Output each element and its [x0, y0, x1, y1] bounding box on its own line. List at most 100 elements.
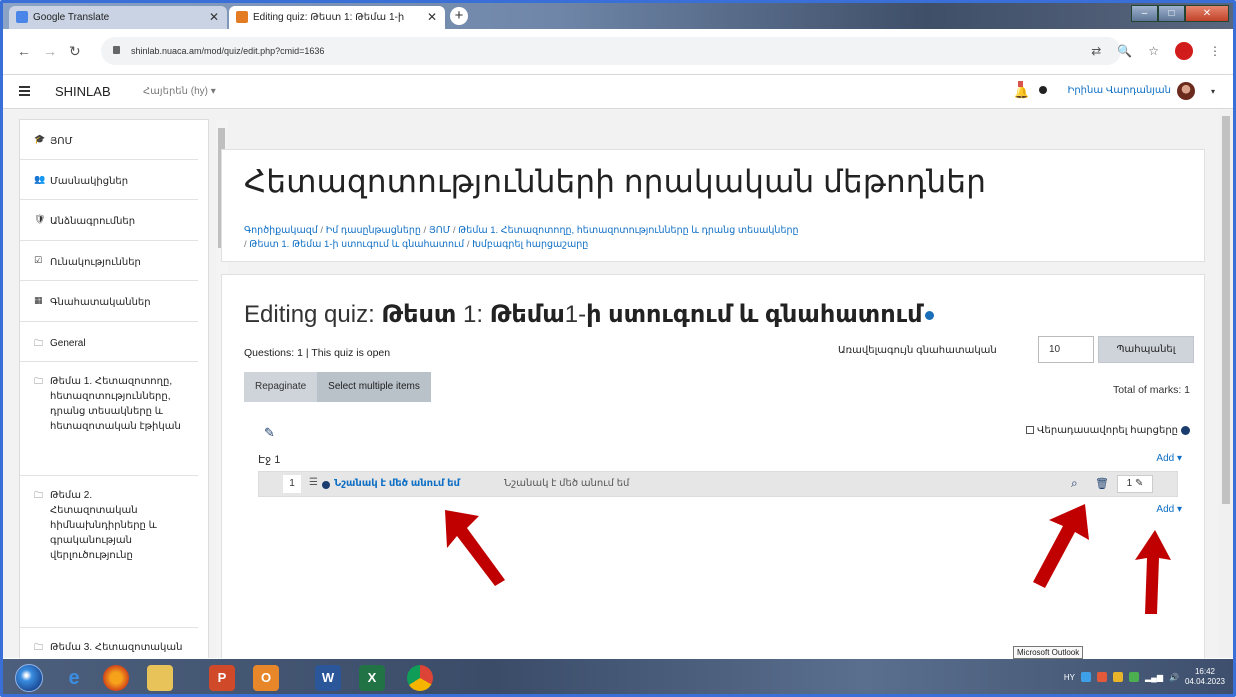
star-icon[interactable]: ☆ [1148, 44, 1159, 58]
chrome-icon[interactable] [407, 665, 433, 691]
select-multiple-button[interactable]: Select multiple items [317, 372, 431, 402]
pencil-icon: ✎ [1134, 478, 1144, 489]
folder-icon: 🗀 [34, 376, 44, 386]
drawer-item-topic-2[interactable]: 🗀 Թեմա 2. Հետազոտական հիմնախնդիրները և գ… [20, 476, 198, 628]
user-name[interactable]: Իրինա Վարդանյան [1067, 85, 1171, 96]
menu-dots-icon[interactable]: ⋮ [1209, 44, 1221, 58]
edit-section-pencil-icon[interactable]: ✎ [264, 425, 275, 441]
user-menu-caret-icon[interactable]: ▾ [1211, 87, 1215, 96]
drawer-item-badges[interactable]: 🛡 Անձնագրումներ [20, 200, 198, 241]
breadcrumb: Գործիքակազմ / Իմ դասընթացները / ՅՈՄ / Թե… [244, 225, 799, 250]
help-icon[interactable] [1181, 425, 1190, 435]
shuffle-checkbox[interactable] [1025, 426, 1034, 435]
lock-icon [113, 46, 120, 54]
word-icon[interactable]: W [315, 665, 341, 691]
browser-tab-strip: Google Translate ✕ Editing quiz: Թեստ 1:… [3, 3, 1233, 29]
zoom-icon[interactable]: 🔍 [1117, 44, 1132, 58]
question-text: Նշանակ է մեծ անում եմ [504, 478, 630, 489]
new-tab-button[interactable]: + [450, 7, 468, 25]
repaginate-button[interactable]: Repaginate [244, 372, 318, 402]
notification-bell-icon[interactable]: 🔔 [1014, 81, 1029, 99]
internet-explorer-icon[interactable]: e [61, 665, 87, 691]
page-scrollbar[interactable] [1219, 110, 1233, 658]
outlook-icon[interactable]: O [253, 665, 279, 691]
shuffle-questions[interactable]: Վերադասավորել հարցերը [1025, 425, 1190, 436]
start-button[interactable] [15, 664, 43, 692]
tray-icon[interactable] [1129, 672, 1139, 682]
save-button[interactable]: Պահպանել [1098, 336, 1194, 363]
reload-icon[interactable]: ↻ [69, 43, 81, 60]
add-menu-top[interactable]: Add ▾ [1156, 453, 1182, 464]
close-tab-icon[interactable]: ✕ [209, 10, 219, 24]
moodle-icon [236, 11, 248, 23]
info-icon[interactable] [924, 311, 934, 321]
notification-badge [1018, 81, 1024, 87]
drawer-item-grades[interactable]: ▦ Գնահատականներ [20, 281, 198, 322]
messages-icon[interactable] [1039, 86, 1047, 94]
folder-icon: 🗀 [34, 338, 44, 348]
breadcrumb-link[interactable]: Խմբագրել հարցաշարը [472, 239, 588, 250]
file-explorer-icon[interactable] [147, 665, 173, 691]
add-menu-bottom[interactable]: Add ▾ [1156, 504, 1182, 515]
question-name-link[interactable]: Նշանակ է մեծ անում եմ [334, 478, 460, 489]
close-tab-icon[interactable]: ✕ [427, 10, 437, 24]
max-grade-input[interactable]: 10 [1038, 336, 1094, 363]
profile-avatar[interactable] [1175, 42, 1193, 60]
translate-icon[interactable]: ⇄ [1091, 44, 1101, 58]
back-icon[interactable]: ← [17, 43, 31, 59]
address-bar-icons: ⇄ 🔍 ☆ ⋮ [1091, 42, 1221, 60]
page-label: Էջ 1 [258, 454, 281, 466]
delete-trash-icon[interactable]: 🗑 [1095, 477, 1109, 490]
tray-icon[interactable] [1097, 672, 1107, 682]
breadcrumb-link[interactable]: Թեմա 1. Հետազոտողը, հետազոտությունները և… [458, 225, 798, 236]
volume-icon[interactable]: 🔊 [1169, 673, 1179, 682]
user-avatar[interactable] [1177, 82, 1195, 100]
maximize-button[interactable]: □ [1158, 5, 1185, 22]
tab-google-translate[interactable]: Google Translate ✕ [9, 6, 227, 29]
breadcrumb-link[interactable]: Գործիքակազմ [244, 225, 318, 236]
breadcrumb-link[interactable]: Իմ դասընթացները [326, 225, 421, 236]
breadcrumb-link[interactable]: ՅՈՄ [429, 225, 450, 236]
minimize-button[interactable]: – [1131, 5, 1158, 22]
clock[interactable]: 16:42 04.04.2023 [1185, 667, 1225, 687]
forward-icon[interactable]: → [43, 43, 57, 59]
question-info-icon[interactable] [322, 481, 330, 489]
breadcrumb-link[interactable]: Թեստ 1. Թեմա 1-ի ստուգում և գնահատում [249, 239, 464, 250]
language-menu[interactable]: Հայերեն (hy) ▾ [143, 86, 216, 97]
red-arrow-annotation [1135, 530, 1171, 614]
shield-icon: 🛡 [34, 214, 46, 224]
screen-frame: Google Translate ✕ Editing quiz: Թեստ 1:… [0, 0, 1236, 697]
grades-icon: ▦ [34, 295, 43, 305]
site-brand[interactable]: SHINLAB [55, 84, 111, 99]
moodle-navbar: SHINLAB Հայերեն (hy) ▾ 🔔 Իրինա Վարդանյան… [3, 75, 1233, 109]
network-icon[interactable]: ▂▄▆ [1145, 673, 1163, 682]
tray-icon[interactable] [1081, 672, 1091, 682]
taskbar-tooltip: Microsoft Outlook [1013, 646, 1084, 659]
quiz-toolbar: Repaginate Select multiple items [244, 372, 431, 402]
quiz-edit-panel: Editing quiz: Թեստ 1: Թեմա1-ի ստուգում և… [221, 274, 1205, 658]
window-controls: – □ ✕ [1131, 5, 1229, 22]
excel-icon[interactable]: X [359, 665, 385, 691]
tab-editing-quiz[interactable]: Editing quiz: Թեստ 1: Թեմա 1-ի ✕ [229, 6, 445, 29]
hamburger-menu-icon[interactable] [19, 86, 30, 96]
firefox-icon[interactable] [103, 665, 129, 691]
question-type-icon: ☰ [309, 477, 318, 488]
drawer-item-competencies[interactable]: ☑ Ունակություններ [20, 241, 198, 281]
preview-magnifier-icon[interactable]: ⌕ [1071, 476, 1078, 491]
drawer-item-course[interactable]: 🎓 ՅՈՄ [20, 120, 198, 160]
tray-icon[interactable] [1113, 672, 1123, 682]
page-title: Հետազոտությունների որակական մեթոդներ [244, 164, 987, 199]
drawer-item-general[interactable]: 🗀 General [20, 322, 198, 362]
question-mark-edit[interactable]: 1 ✎ [1117, 475, 1153, 493]
powerpoint-icon[interactable]: P [209, 665, 235, 691]
url-text: shinlab.nuaca.am/mod/quiz/edit.php?cmid=… [131, 46, 325, 56]
url-field[interactable]: shinlab.nuaca.am/mod/quiz/edit.php?cmid=… [101, 37, 1121, 65]
language-indicator[interactable]: HY [1064, 673, 1075, 682]
nav-drawer: 🎓 ՅՈՄ 👥 Մասնակիցներ 🛡 Անձնագրումներ ☑ Ու… [19, 119, 228, 658]
close-window-button[interactable]: ✕ [1185, 5, 1229, 22]
folder-icon: 🗀 [34, 642, 44, 652]
page-scroll-thumb[interactable] [1222, 116, 1230, 504]
drawer-item-participants[interactable]: 👥 Մասնակիցներ [20, 160, 198, 200]
drawer-item-topic-3[interactable]: 🗀 Թեմա 3. Հետազոտական [20, 628, 198, 658]
drawer-item-topic-1[interactable]: 🗀 Թեմա 1. Հետազոտողը, հետազոտությունները… [20, 362, 198, 476]
